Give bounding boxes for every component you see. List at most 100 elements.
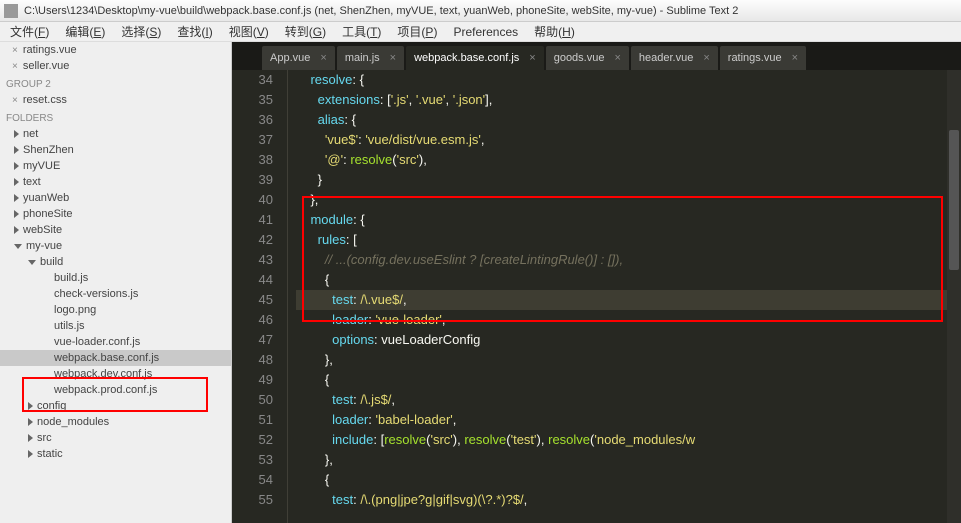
line-number: 39 bbox=[232, 170, 273, 190]
code-line[interactable]: loader: 'vue-loader', bbox=[296, 310, 961, 330]
line-number: 43 bbox=[232, 250, 273, 270]
menu-item[interactable]: 项目(P) bbox=[389, 21, 445, 42]
tab[interactable]: App.vue× bbox=[262, 46, 335, 70]
folder-item[interactable]: myVUE bbox=[0, 158, 231, 174]
chevron-down-icon bbox=[14, 244, 22, 249]
tab-label: webpack.base.conf.js bbox=[414, 52, 519, 64]
code-line[interactable]: // ...(config.dev.useEslint ? [createLin… bbox=[296, 250, 961, 270]
folder-item[interactable]: static bbox=[0, 446, 231, 462]
chevron-right-icon bbox=[28, 402, 33, 410]
close-icon[interactable]: × bbox=[529, 52, 535, 64]
close-icon[interactable]: × bbox=[390, 52, 396, 64]
code-line[interactable]: { bbox=[296, 370, 961, 390]
folder-item-expanded[interactable]: my-vue bbox=[0, 238, 231, 254]
folder-item[interactable]: net bbox=[0, 126, 231, 142]
file-item[interactable]: webpack.prod.conf.js bbox=[0, 382, 231, 398]
file-item[interactable]: utils.js bbox=[0, 318, 231, 334]
tab[interactable]: ratings.vue × bbox=[720, 46, 806, 70]
chevron-right-icon bbox=[14, 226, 19, 234]
open-file-item[interactable]: ×seller.vue bbox=[0, 58, 231, 74]
line-number: 47 bbox=[232, 330, 273, 350]
code-line[interactable]: alias: { bbox=[296, 110, 961, 130]
code-line[interactable]: test: /\.(png|jpe?g|gif|svg)(\?.*)?$/, bbox=[296, 490, 961, 510]
open-file-item[interactable]: ×ratings.vue bbox=[0, 42, 231, 58]
close-icon[interactable]: × bbox=[792, 52, 798, 64]
line-number: 40 bbox=[232, 190, 273, 210]
line-number: 54 bbox=[232, 470, 273, 490]
folder-item-expanded[interactable]: build bbox=[0, 254, 231, 270]
folder-item[interactable]: node_modules bbox=[0, 414, 231, 430]
code-line[interactable]: test: /\.vue$/, bbox=[296, 290, 961, 310]
tab-label: ratings.vue bbox=[728, 52, 782, 64]
file-item[interactable]: webpack.dev.conf.js bbox=[0, 366, 231, 382]
code-line[interactable]: options: vueLoaderConfig bbox=[296, 330, 961, 350]
menu-item[interactable]: 视图(V) bbox=[221, 21, 277, 42]
window-titlebar: C:\Users\1234\Desktop\my-vue\build\webpa… bbox=[0, 0, 961, 22]
code-line[interactable]: include: [resolve('src'), resolve('test'… bbox=[296, 430, 961, 450]
code-line[interactable]: rules: [ bbox=[296, 230, 961, 250]
menu-bar: 文件(F)编辑(E)选择(S)查找(I)视图(V)转到(G)工具(T)项目(P)… bbox=[0, 22, 961, 42]
close-icon[interactable]: × bbox=[703, 52, 709, 64]
file-item[interactable]: logo.png bbox=[0, 302, 231, 318]
close-icon[interactable]: × bbox=[614, 52, 620, 64]
folder-item[interactable]: config bbox=[0, 398, 231, 414]
code-area[interactable]: 3435363738394041424344454647484950515253… bbox=[232, 70, 961, 523]
menu-item[interactable]: 工具(T) bbox=[334, 21, 389, 42]
chevron-right-icon bbox=[28, 434, 33, 442]
file-item[interactable]: vue-loader.conf.js bbox=[0, 334, 231, 350]
tab[interactable]: header.vue × bbox=[631, 46, 718, 70]
menu-item[interactable]: 帮助(H) bbox=[526, 21, 583, 42]
tab[interactable]: webpack.base.conf.js × bbox=[406, 46, 544, 70]
code-line[interactable]: '@': resolve('src'), bbox=[296, 150, 961, 170]
file-item[interactable]: check-versions.js bbox=[0, 286, 231, 302]
line-number: 55 bbox=[232, 490, 273, 510]
chevron-right-icon bbox=[14, 178, 19, 186]
group-label: GROUP 2 bbox=[0, 76, 231, 92]
tabs-bar: App.vue×main.js×webpack.base.conf.js×goo… bbox=[232, 42, 961, 70]
code-line[interactable]: { bbox=[296, 470, 961, 490]
scrollbar-thumb[interactable] bbox=[949, 130, 959, 270]
sidebar: ×ratings.vue×seller.vue GROUP 2×reset.css… bbox=[0, 42, 232, 523]
code-line[interactable]: 'vue$': 'vue/dist/vue.esm.js', bbox=[296, 130, 961, 150]
tab[interactable]: main.js× bbox=[337, 46, 404, 70]
window-title: C:\Users\1234\Desktop\my-vue\build\webpa… bbox=[24, 5, 738, 17]
file-item[interactable]: webpack.base.conf.js bbox=[0, 350, 231, 366]
folder-item[interactable]: ShenZhen bbox=[0, 142, 231, 158]
close-icon[interactable]: × bbox=[320, 52, 326, 64]
code-line[interactable]: loader: 'babel-loader', bbox=[296, 410, 961, 430]
menu-item[interactable]: 转到(G) bbox=[277, 21, 334, 42]
code-content[interactable]: resolve: { extensions: ['.js', '.vue', '… bbox=[288, 70, 961, 523]
menu-item[interactable]: 文件(F) bbox=[2, 21, 57, 42]
line-number: 34 bbox=[232, 70, 273, 90]
menu-item[interactable]: 选择(S) bbox=[113, 21, 169, 42]
line-gutter: 3435363738394041424344454647484950515253… bbox=[232, 70, 288, 523]
code-line[interactable]: { bbox=[296, 270, 961, 290]
close-icon[interactable]: × bbox=[12, 95, 18, 106]
code-line[interactable]: } bbox=[296, 170, 961, 190]
folder-item[interactable]: src bbox=[0, 430, 231, 446]
folder-item[interactable]: yuanWeb bbox=[0, 190, 231, 206]
file-item[interactable]: build.js bbox=[0, 270, 231, 286]
folder-item[interactable]: webSite bbox=[0, 222, 231, 238]
folders-label: FOLDERS bbox=[0, 110, 231, 126]
tab[interactable]: goods.vue× bbox=[546, 46, 629, 70]
menu-item[interactable]: Preferences bbox=[445, 23, 526, 41]
code-line[interactable]: module: { bbox=[296, 210, 961, 230]
vertical-scrollbar[interactable] bbox=[947, 70, 961, 523]
code-line[interactable]: extensions: ['.js', '.vue', '.json'], bbox=[296, 90, 961, 110]
menu-item[interactable]: 查找(I) bbox=[169, 21, 220, 42]
folder-item[interactable]: text bbox=[0, 174, 231, 190]
code-line[interactable]: test: /\.js$/, bbox=[296, 390, 961, 410]
line-number: 45 bbox=[232, 290, 273, 310]
close-icon[interactable]: × bbox=[12, 61, 18, 72]
code-line[interactable]: }, bbox=[296, 350, 961, 370]
code-line[interactable]: resolve: { bbox=[296, 70, 961, 90]
chevron-right-icon bbox=[14, 146, 19, 154]
code-line[interactable]: }, bbox=[296, 450, 961, 470]
open-file-item[interactable]: ×reset.css bbox=[0, 92, 231, 108]
tab-label: header.vue bbox=[639, 52, 693, 64]
folder-item[interactable]: phoneSite bbox=[0, 206, 231, 222]
code-line[interactable]: }, bbox=[296, 190, 961, 210]
menu-item[interactable]: 编辑(E) bbox=[57, 21, 113, 42]
close-icon[interactable]: × bbox=[12, 45, 18, 56]
